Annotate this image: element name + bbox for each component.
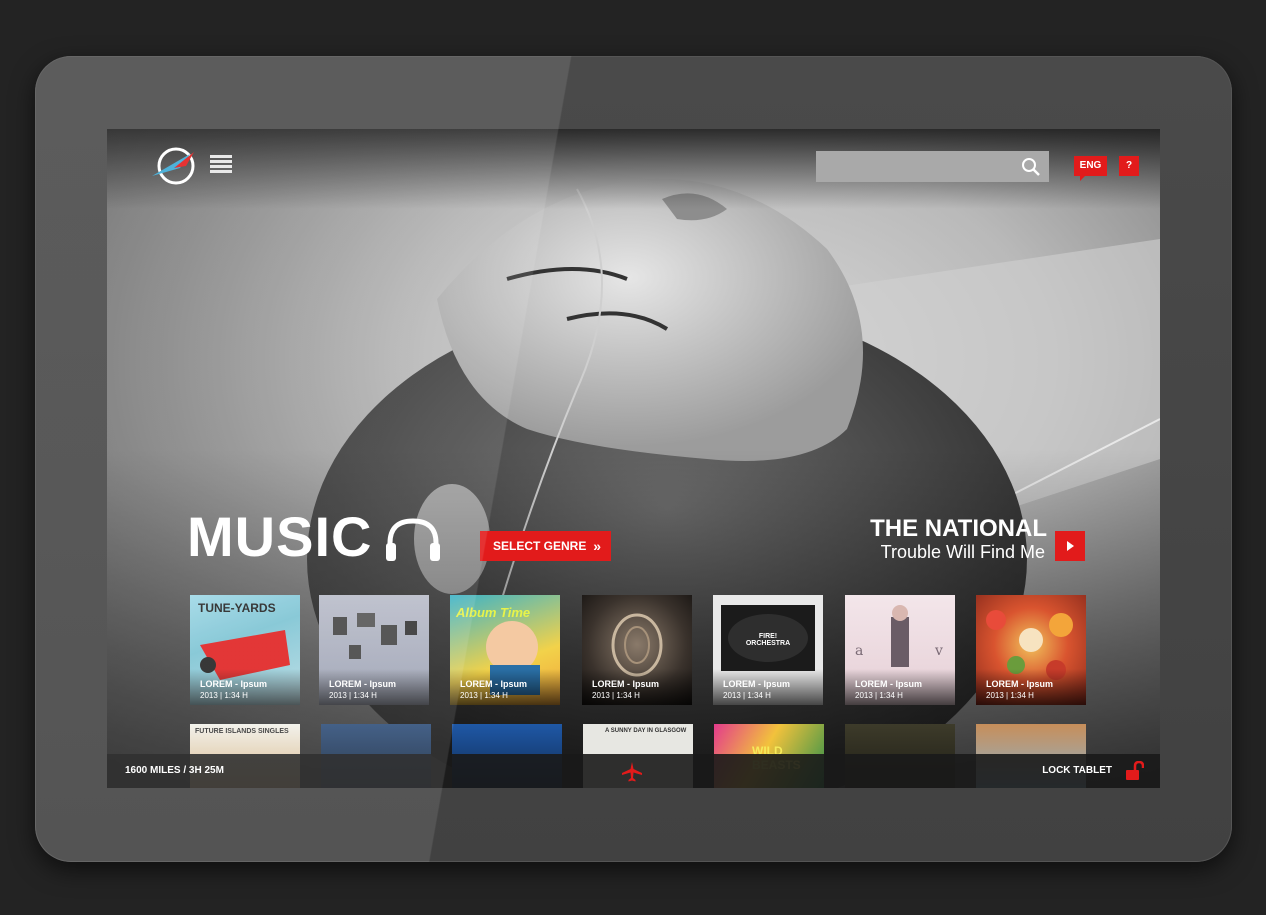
album-cover-text: Album Time (456, 605, 531, 620)
album-info: 2013 | 1:34 H (592, 691, 640, 700)
album-info: 2013 | 1:34 H (986, 691, 1034, 700)
album-tile[interactable]: LOREM - Ipsum 2013 | 1:34 H (582, 595, 692, 705)
search-input[interactable] (816, 151, 1022, 180)
search-box[interactable] (816, 151, 1049, 182)
album-title: LOREM - Ipsum (855, 679, 922, 689)
help-button[interactable]: ? (1119, 156, 1139, 176)
album-info: 2013 | 1:34 H (460, 691, 508, 700)
unlock-icon[interactable] (1124, 761, 1144, 781)
page-title: MUSIC (187, 505, 373, 568)
album-info: 2013 | 1:34 H (329, 691, 377, 700)
headphones-icon (386, 518, 440, 561)
album-title: LOREM - Ipsum (460, 679, 527, 689)
album-cover-text: FUTURE ISLANDS SINGLES (195, 728, 289, 735)
select-genre-label: SELECT GENRE (493, 539, 587, 553)
album-tile[interactable]: TUNE-YARDS LOREM - Ipsum 2013 | 1:34 H (190, 595, 300, 705)
album-cover-text: FIRE! ORCHESTRA (745, 633, 791, 647)
play-button[interactable] (1055, 531, 1085, 561)
svg-text:a: a (855, 643, 863, 659)
album-title: LOREM - Ipsum (592, 679, 659, 689)
album-tile[interactable]: Album Time LOREM - Ipsum 2013 | 1:34 H (450, 595, 560, 705)
album-title: LOREM - Ipsum (200, 679, 267, 689)
status-bar: 1600 MILES / 3H 25M LOCK TABLET (107, 754, 1160, 788)
album-tile[interactable]: LOREM - Ipsum 2013 | 1:34 H (319, 595, 429, 705)
app-screen: ENG ? MUSIC SELECT GENRE » THE NATIONAL … (107, 129, 1160, 788)
album-info: 2013 | 1:34 H (723, 691, 771, 700)
language-button[interactable]: ENG (1074, 156, 1107, 181)
album-title: LOREM - Ipsum (723, 679, 790, 689)
search-icon[interactable] (1021, 157, 1041, 177)
now-playing-album: Trouble Will Find Me (880, 542, 1045, 562)
album-cover-text: TUNE-YARDS (198, 601, 276, 615)
album-tile[interactable]: FIRE! ORCHESTRA LOREM - Ipsum 2013 | 1:3… (713, 595, 823, 705)
album-info: 2013 | 1:34 H (200, 691, 248, 700)
airplane-icon (622, 762, 642, 782)
album-title: LOREM - Ipsum (986, 679, 1053, 689)
album-cover-text: A SUNNY DAY IN GLASGOW (605, 728, 687, 734)
hamburger-menu-icon[interactable] (210, 155, 232, 177)
svg-text:v: v (934, 643, 943, 659)
double-chevron-right-icon: » (593, 538, 601, 554)
album-info: 2013 | 1:34 H (855, 691, 903, 700)
select-genre-button[interactable]: SELECT GENRE » (480, 531, 611, 561)
album-title: LOREM - Ipsum (329, 679, 396, 689)
flight-info: 1600 MILES / 3H 25M (125, 765, 224, 776)
now-playing-artist: THE NATIONAL (870, 515, 1047, 542)
album-tile[interactable]: a v LOREM - Ipsum 2013 | 1:34 H (845, 595, 955, 705)
album-tile[interactable]: LOREM - Ipsum 2013 | 1:34 H (976, 595, 1086, 705)
airline-logo-icon[interactable] (150, 146, 198, 186)
lock-tablet-label[interactable]: LOCK TABLET (1042, 765, 1112, 776)
